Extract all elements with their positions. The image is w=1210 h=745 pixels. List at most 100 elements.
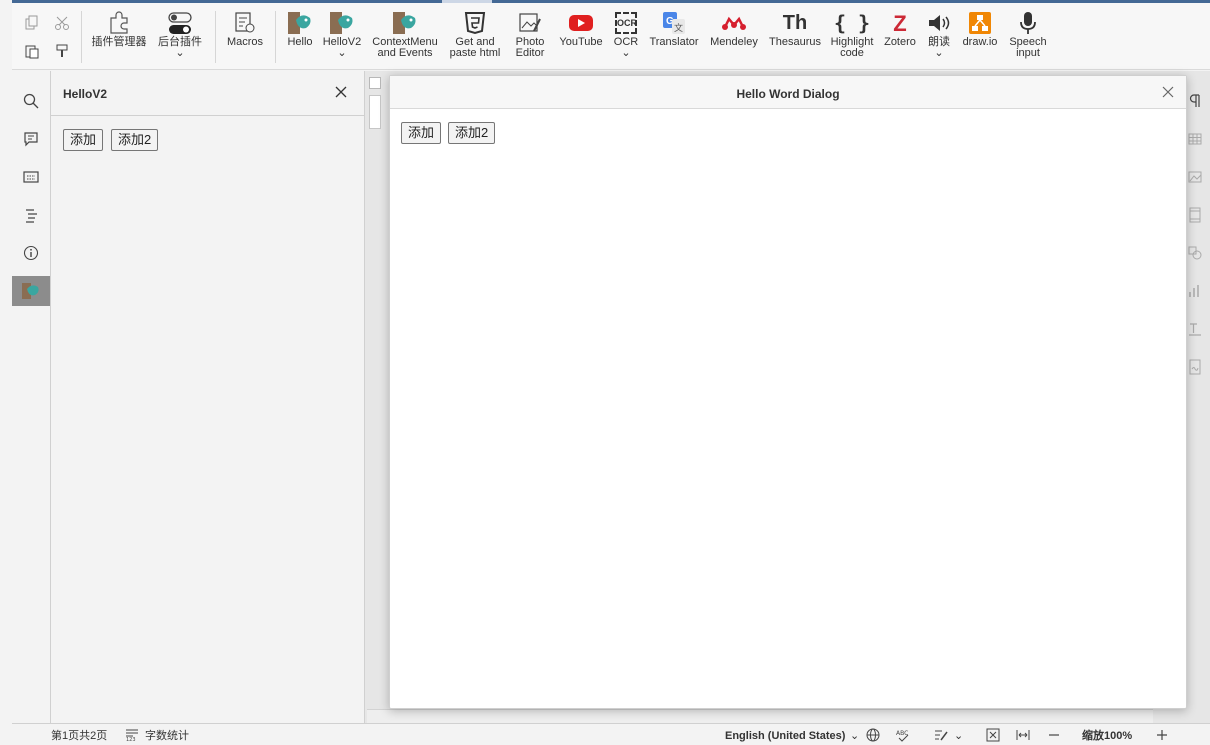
chevron-down-icon: ⌄ [954, 730, 964, 742]
word-count-button[interactable]: 字数统计 [145, 730, 189, 742]
navigation-button[interactable] [12, 200, 50, 230]
speaker-icon [927, 9, 951, 37]
ribbon-separator [215, 11, 216, 63]
fit-width-icon[interactable] [1016, 728, 1030, 742]
background-plugins-button[interactable]: 后台插件 ⌄ [154, 9, 206, 67]
speech-label-2: input [1016, 47, 1040, 59]
thesaurus-button[interactable]: Th Thesaurus [766, 9, 824, 67]
table-settings-icon[interactable] [1187, 131, 1203, 147]
plugin-panel: HelloV2 添加 添加2 [51, 71, 365, 723]
globe-icon[interactable] [866, 728, 880, 742]
plugin-manager-button[interactable]: 插件管理器 [90, 9, 148, 67]
hello-word-dialog: Hello Word Dialog 添加 添加2 [389, 75, 1187, 709]
ocr-button[interactable]: OCR OCR ⌄ [610, 9, 642, 67]
hellov2-plugin-tab[interactable] [12, 276, 50, 306]
hello-plugin-icon [286, 9, 314, 37]
zotero-button[interactable]: Z Zotero [880, 9, 920, 67]
about-button[interactable] [12, 238, 50, 268]
translator-label: Translator [649, 36, 699, 48]
headings-icon [26, 209, 37, 223]
drawio-icon [968, 9, 992, 37]
paragraph-settings-icon[interactable] [1187, 93, 1203, 109]
braces-icon: { } [833, 10, 871, 35]
translator-button[interactable]: G文 Translator [646, 9, 702, 67]
search-button[interactable] [12, 86, 50, 116]
chevron-down-icon: ⌄ [621, 47, 631, 59]
chat-button[interactable] [12, 162, 50, 192]
zoom-level[interactable]: 缩放100% [1082, 730, 1132, 742]
info-icon [23, 245, 39, 261]
vertical-ruler [369, 95, 381, 129]
hellov2-plugin-icon [22, 283, 39, 299]
shape-settings-icon[interactable] [1187, 245, 1203, 261]
left-sidebar [12, 71, 51, 723]
paste-icon[interactable] [24, 43, 40, 59]
track-changes-icon[interactable] [934, 728, 948, 742]
comments-button[interactable] [12, 124, 50, 154]
panel-add2-button[interactable]: 添加2 [111, 129, 159, 151]
dialog-header: Hello Word Dialog [390, 76, 1186, 109]
fit-page-icon[interactable] [986, 728, 1000, 742]
comment-icon [24, 132, 38, 147]
signature-settings-icon[interactable] [1187, 359, 1203, 375]
photo-editor-button[interactable]: Photo Editor [506, 9, 554, 67]
chevron-down-icon: ⌄ [175, 47, 185, 59]
zoom-in-icon[interactable] [1155, 728, 1169, 742]
plugin-manager-label: 插件管理器 [91, 36, 147, 48]
youtube-icon [568, 9, 594, 37]
chart-settings-icon[interactable] [1187, 283, 1203, 299]
svg-text:文: 文 [674, 22, 683, 34]
chat-icon [23, 171, 39, 183]
ribbon-separator [81, 11, 82, 63]
status-bar: 第1页共2页 123 字数统计 English (United States) … [12, 723, 1210, 745]
hello-plugin-button[interactable]: Hello [282, 9, 318, 67]
get-paste-html-button[interactable]: Get and paste html [446, 9, 504, 67]
macros-label: Macros [226, 36, 264, 48]
chevron-down-icon: ⌄ [850, 730, 860, 742]
horizontal-scrollbar[interactable] [367, 709, 1153, 723]
format-painter-icon[interactable] [54, 43, 70, 59]
panel-add-button[interactable]: 添加 [63, 129, 104, 151]
html5-icon [464, 9, 486, 37]
close-icon[interactable] [1161, 85, 1175, 99]
photo-label-2: Editor [515, 47, 545, 59]
ocr-icon: OCR [615, 9, 637, 37]
thesaurus-label: Thesaurus [769, 36, 821, 48]
header-footer-icon[interactable] [1187, 207, 1203, 223]
highlight-code-button[interactable]: { } Highlight code [828, 9, 876, 67]
word-count-icon[interactable]: 123 [125, 728, 139, 742]
contextmenu-label-2: and Events [377, 47, 433, 59]
mendeley-icon [720, 9, 748, 37]
language-selector[interactable]: English (United States) [725, 730, 845, 742]
cut-icon[interactable] [54, 15, 70, 31]
plugins-ribbon: 插件管理器 后台插件 ⌄ Macros Hello HelloV2 ⌄ Cont… [12, 3, 1210, 70]
chevron-down-icon: ⌄ [934, 47, 944, 59]
dialog-title: Hello Word Dialog [736, 87, 840, 101]
dialog-add-button[interactable]: 添加 [401, 122, 442, 144]
hellov2-plugin-button[interactable]: HelloV2 ⌄ [320, 9, 364, 67]
drawio-button[interactable]: draw.io [958, 9, 1002, 67]
microphone-icon [1018, 9, 1038, 37]
photo-editor-icon [518, 9, 542, 37]
mendeley-button[interactable]: Mendeley [706, 9, 762, 67]
contextmenu-events-button[interactable]: ContextMenu and Events [370, 9, 440, 67]
chevron-down-icon: ⌄ [337, 47, 347, 59]
image-settings-icon[interactable] [1187, 169, 1203, 185]
read-aloud-button[interactable]: 朗读 ⌄ [922, 9, 956, 67]
dialog-add2-button[interactable]: 添加2 [448, 122, 496, 144]
speech-input-button[interactable]: Speech input [1006, 9, 1050, 67]
svg-text:123: 123 [126, 737, 136, 742]
page-info: 第1页共2页 [51, 730, 108, 742]
macros-button[interactable]: Macros [222, 9, 268, 67]
thesaurus-icon: Th [782, 11, 808, 34]
zoom-out-icon[interactable] [1047, 728, 1061, 742]
get-paste-label-2: paste html [449, 47, 501, 59]
text-art-icon[interactable] [1187, 321, 1203, 337]
copy-icon[interactable] [24, 15, 40, 31]
close-icon[interactable] [333, 84, 349, 100]
spellcheck-icon[interactable]: ABC [896, 728, 910, 742]
tab-stop-selector[interactable] [369, 77, 381, 89]
youtube-button[interactable]: YouTube [556, 9, 606, 67]
puzzle-icon [106, 9, 132, 37]
hellov2-plugin-icon [328, 9, 356, 37]
